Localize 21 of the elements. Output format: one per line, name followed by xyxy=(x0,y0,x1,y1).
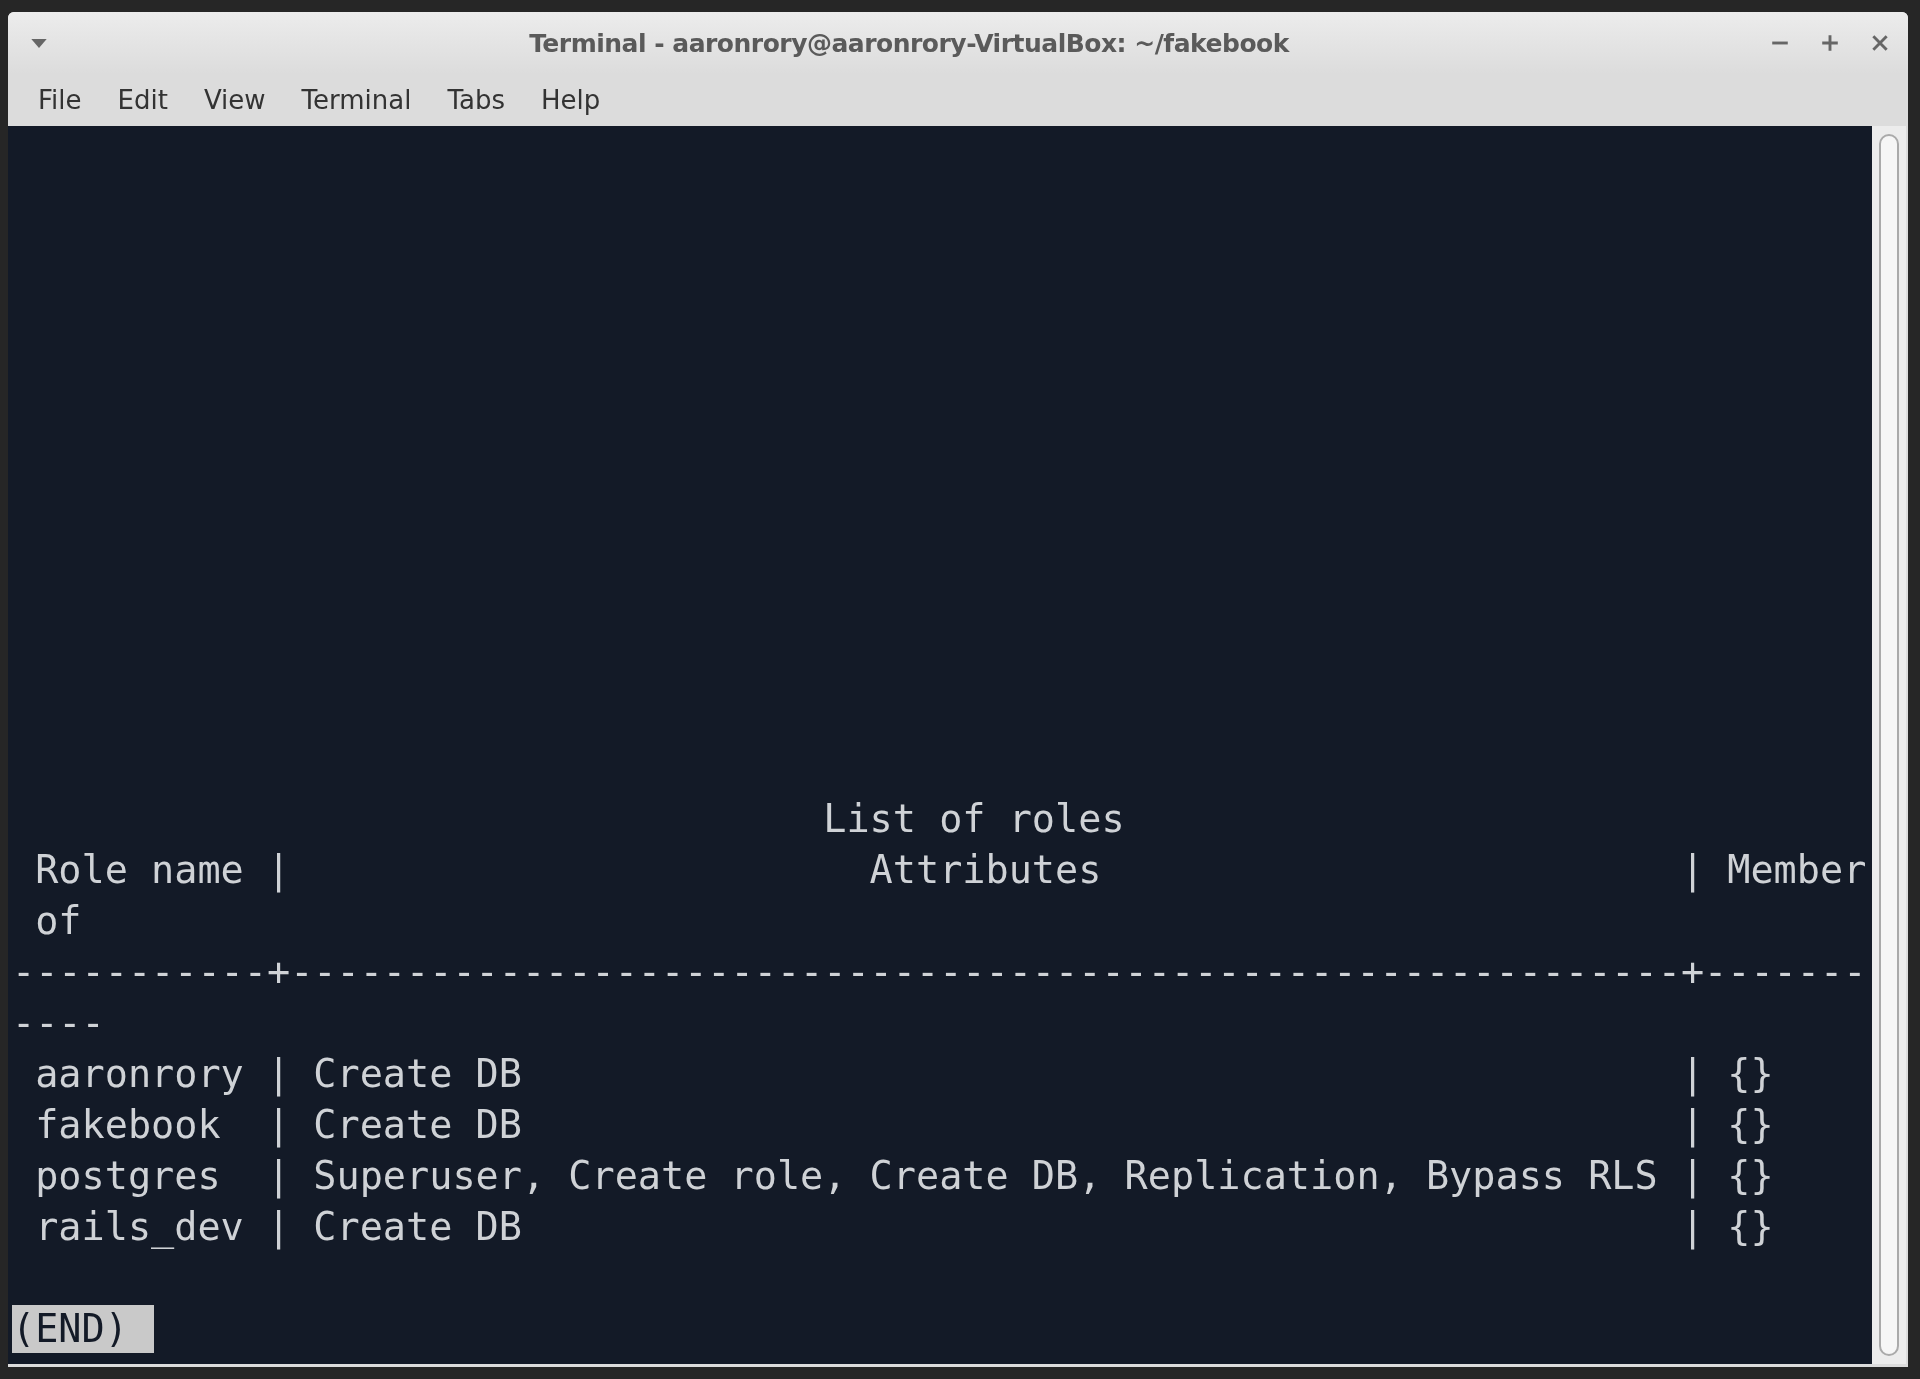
terminal-line: postgres | Superuser, Create role, Create DB, Replication, Bypass RLS | {} xyxy=(34,1153,1774,1198)
window-title: Terminal - aaronrory@aaronrory-VirtualBox: ~/fakebook xyxy=(528,28,1291,58)
terminal-line: List of roles xyxy=(822,796,1125,841)
terminal-line: fakebook | Create DB | {} xyxy=(34,1102,1774,1147)
menu-item[interactable]: Terminal xyxy=(289,85,436,115)
scrollbar[interactable] xyxy=(1872,126,1906,1364)
close-icon[interactable] xyxy=(1870,33,1890,53)
menu-item[interactable]: File xyxy=(26,85,106,115)
menu-item[interactable]: Help xyxy=(529,85,625,115)
menu-item[interactable]: View xyxy=(191,85,290,115)
pager-prompt: (END) xyxy=(12,1305,154,1353)
menu-item[interactable]: Edit xyxy=(105,85,192,115)
menu-item[interactable]: Tabs xyxy=(435,85,530,115)
terminal-line: rails_dev | Create DB | {} xyxy=(34,1204,1774,1249)
terminal-line: ---- xyxy=(12,1000,105,1045)
terminal-line: of xyxy=(34,898,82,943)
maximize-icon[interactable] xyxy=(1820,33,1840,53)
terminal-line: Role name | Attributes | Member xyxy=(34,847,1867,892)
caret-icon[interactable] xyxy=(30,37,48,49)
terminal-line: -----------+------------------------------------------------------------+------- xyxy=(12,949,1867,994)
terminal-line: aaronrory | Create DB | {} xyxy=(34,1051,1774,1096)
